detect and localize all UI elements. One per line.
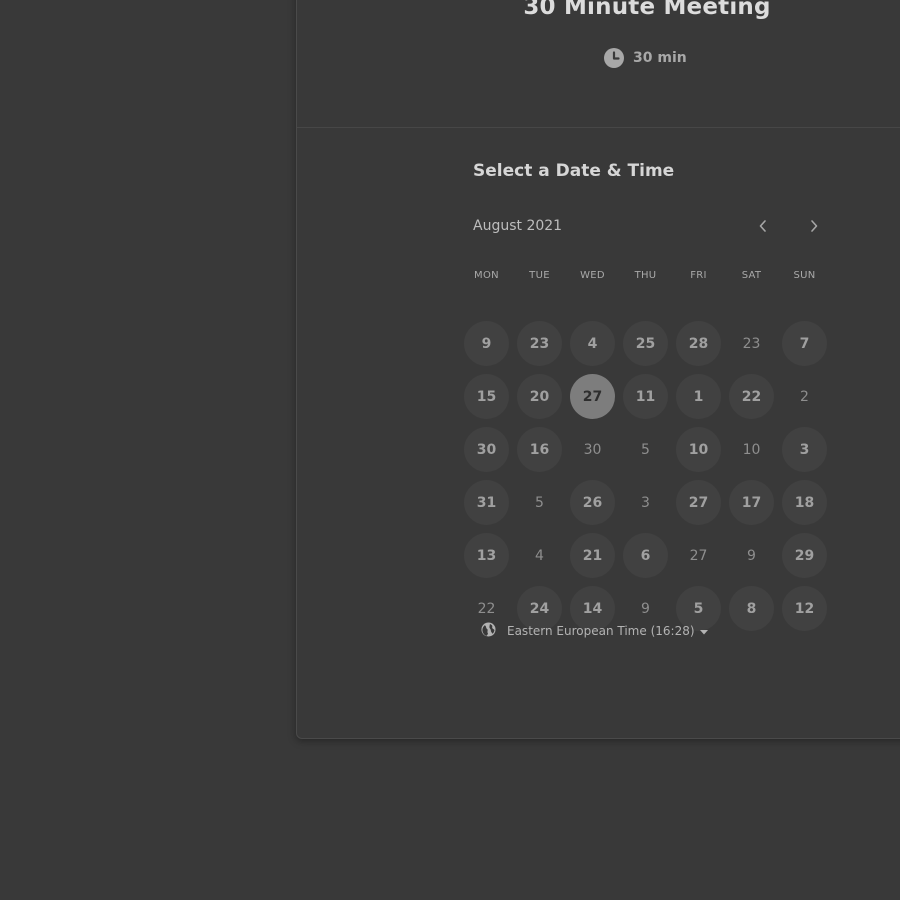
day-cell: 11 — [619, 370, 672, 423]
day-cell: 16 — [513, 423, 566, 476]
day-button[interactable]: 28 — [676, 321, 721, 366]
day-cell: 20 — [513, 370, 566, 423]
day-unavailable: 10 — [742, 441, 761, 458]
day-cell: 1 — [672, 370, 725, 423]
timezone-selector[interactable]: Eastern European Time (16:28) — [481, 622, 708, 640]
day-button[interactable]: 13 — [464, 533, 509, 578]
day-cell: 21 — [566, 529, 619, 582]
day-unavailable: 9 — [747, 547, 756, 564]
day-unavailable: 5 — [535, 494, 544, 511]
day-cell: 31 — [460, 476, 513, 529]
day-button[interactable]: 18 — [782, 480, 827, 525]
day-cell: 9 — [460, 317, 513, 370]
day-cell: 17 — [725, 476, 778, 529]
day-unavailable: 3 — [641, 494, 650, 511]
day-button[interactable]: 10 — [676, 427, 721, 472]
day-button[interactable]: 16 — [517, 427, 562, 472]
day-cell: 10 — [672, 423, 725, 476]
day-cell: 26 — [566, 476, 619, 529]
chevron-left-icon — [759, 220, 766, 232]
month-label: August 2021 — [473, 218, 563, 234]
day-button[interactable]: 22 — [729, 374, 774, 419]
calendar-grid: MON TUE WED THU FRI SAT SUN 9 23 4 25 28 23 7 15 20 27 11… — [460, 264, 831, 635]
next-month-button[interactable] — [803, 215, 825, 237]
day-cell: 27 — [672, 529, 725, 582]
day-cell: 13 — [460, 529, 513, 582]
day-button[interactable]: 12 — [782, 586, 827, 631]
day-button[interactable]: 8 — [729, 586, 774, 631]
day-cell: 30 — [460, 423, 513, 476]
day-unavailable: 30 — [583, 441, 602, 458]
weekday-header: TUE — [529, 269, 550, 281]
section-title: Select a Date & Time — [473, 161, 675, 181]
day-cell: 4 — [513, 529, 566, 582]
weekday-header: MON — [474, 269, 499, 281]
day-cell: 10 — [725, 423, 778, 476]
day-button[interactable]: 15 — [464, 374, 509, 419]
day-cell: 23 — [513, 317, 566, 370]
day-button[interactable]: 1 — [676, 374, 721, 419]
day-cell: 27 — [672, 476, 725, 529]
day-unavailable: 27 — [689, 547, 708, 564]
day-unavailable: 23 — [742, 335, 761, 352]
weekday-header: SUN — [793, 269, 816, 281]
day-button[interactable]: 27 — [676, 480, 721, 525]
day-cell: 28 — [672, 317, 725, 370]
day-cell: 6 — [619, 529, 672, 582]
day-cell: 5 — [513, 476, 566, 529]
day-button[interactable]: 25 — [623, 321, 668, 366]
timezone-label: Eastern European Time (16:28) — [507, 624, 695, 638]
day-cell: 4 — [566, 317, 619, 370]
weekday-header: THU — [634, 269, 657, 281]
day-button[interactable]: 30 — [464, 427, 509, 472]
event-header: 30 Minute Meeting 30 min — [297, 0, 900, 128]
day-cell: 22 — [725, 370, 778, 423]
duration-label: 30 min — [633, 50, 687, 66]
day-unavailable: 2 — [800, 388, 809, 405]
day-cell: 25 — [619, 317, 672, 370]
day-cell: 9 — [725, 529, 778, 582]
day-cell: 18 — [778, 476, 831, 529]
day-cell: 2 — [778, 370, 831, 423]
weekday-header: SAT — [741, 269, 762, 281]
day-button[interactable]: 31 — [464, 480, 509, 525]
day-cell: 12 — [778, 582, 831, 635]
day-cell: 8 — [725, 582, 778, 635]
day-unavailable: 5 — [641, 441, 650, 458]
day-button[interactable]: 3 — [782, 427, 827, 472]
chevron-right-icon — [811, 220, 818, 232]
weekday-header: FRI — [690, 269, 707, 281]
day-cell: 29 — [778, 529, 831, 582]
day-button[interactable]: 17 — [729, 480, 774, 525]
day-cell: 3 — [778, 423, 831, 476]
day-cell: 23 — [725, 317, 778, 370]
day-button[interactable]: 26 — [570, 480, 615, 525]
day-button[interactable]: 4 — [570, 321, 615, 366]
day-button[interactable]: 20 — [517, 374, 562, 419]
weekday-header: WED — [580, 269, 605, 281]
day-button[interactable]: 29 — [782, 533, 827, 578]
globe-icon — [481, 622, 496, 640]
day-cell: 5 — [619, 423, 672, 476]
day-cell: 3 — [619, 476, 672, 529]
day-cell: 27 — [566, 370, 619, 423]
day-button[interactable]: 23 — [517, 321, 562, 366]
day-cell: 7 — [778, 317, 831, 370]
day-button[interactable]: 9 — [464, 321, 509, 366]
caret-down-icon — [699, 624, 708, 638]
day-button[interactable]: 6 — [623, 533, 668, 578]
selected-day-button[interactable]: 27 — [570, 374, 615, 419]
day-button[interactable]: 7 — [782, 321, 827, 366]
event-duration: 30 min — [604, 48, 687, 68]
day-button[interactable]: 21 — [570, 533, 615, 578]
day-unavailable: 4 — [535, 547, 544, 564]
day-cell: 30 — [566, 423, 619, 476]
event-title: 30 Minute Meeting — [523, 0, 771, 20]
day-button[interactable]: 11 — [623, 374, 668, 419]
day-cell: 15 — [460, 370, 513, 423]
scheduling-card: 30 Minute Meeting 30 min Select a Date &… — [296, 0, 900, 739]
previous-month-button[interactable] — [752, 215, 774, 237]
clock-icon — [604, 48, 624, 68]
